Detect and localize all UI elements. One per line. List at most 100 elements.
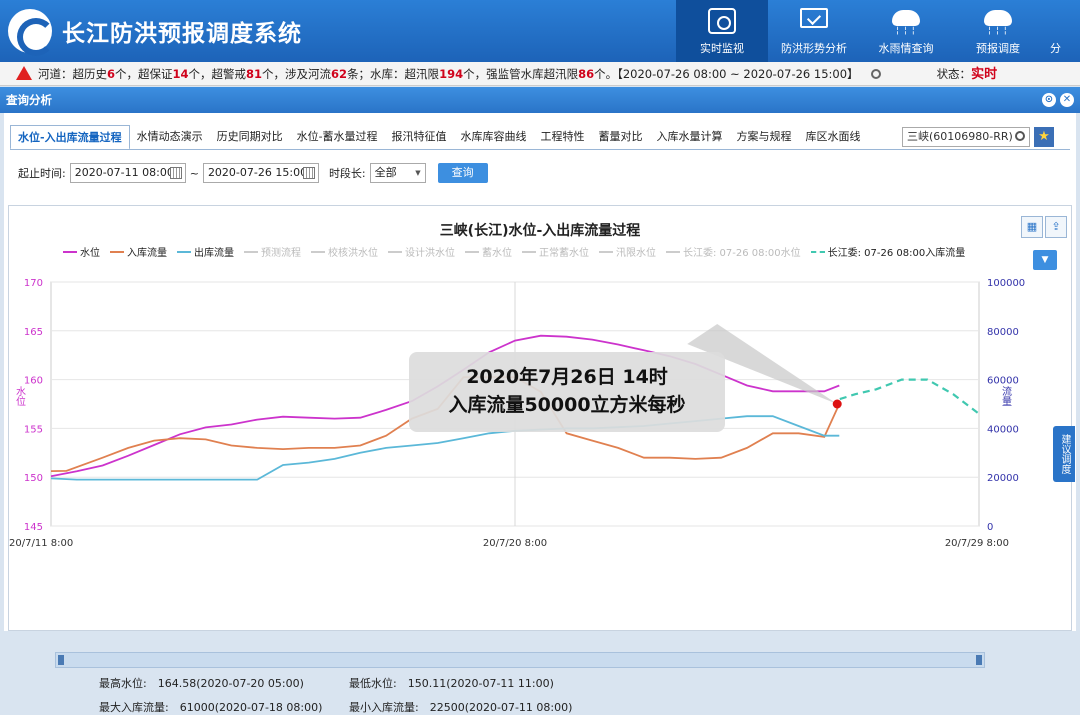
app-header: 长江防洪预报调度系统 实时监视 防洪形势分析 水雨情查询 预报调度 分 bbox=[0, 0, 1080, 62]
tab-history-compare[interactable]: 历史同期对比 bbox=[210, 125, 290, 150]
y-right-tick-label: 60000 bbox=[987, 376, 1019, 387]
tab-inflow-calc[interactable]: 入库水量计算 bbox=[650, 125, 730, 150]
legend-item[interactable]: 蓄水位 bbox=[465, 244, 512, 259]
y-right-tick-label: 100000 bbox=[987, 278, 1025, 289]
nav-label: 实时监视 bbox=[700, 42, 744, 55]
alert-count: 62 bbox=[331, 67, 348, 81]
legend-swatch bbox=[666, 250, 680, 253]
legend-label: 设计洪水位 bbox=[405, 248, 455, 259]
tab-storage-compare[interactable]: 蓄量对比 bbox=[592, 125, 650, 150]
alert-text: 个，超警戒 bbox=[188, 67, 247, 81]
chart-frame: 三峡(长江)水位-入出库流量过程 ▦ ⇪ 水位 入库流量 出库流量 预测流程 校核洪水位… bbox=[8, 205, 1075, 714]
legend-label: 水位 bbox=[80, 248, 100, 259]
legend-label: 长江委: 07-26 08:00水位 bbox=[683, 248, 801, 259]
series-line-forecast-inflow bbox=[839, 378, 980, 415]
tab-water-surface[interactable]: 库区水面线 bbox=[799, 125, 868, 150]
x-tick-label: 20/7/11 8:00 bbox=[9, 538, 73, 549]
legend-item[interactable]: 校核洪水位 bbox=[311, 244, 378, 259]
y-right-tick-label: 20000 bbox=[987, 473, 1019, 484]
alert-bar: 河道：超历史6个，超保证14个，超警戒81个，涉及河流62条；水库：超汛限194… bbox=[0, 62, 1080, 86]
panel-header: 查询分析 ⊙ ✕ bbox=[0, 87, 1080, 113]
legend-swatch bbox=[810, 250, 825, 253]
range-separator: ~ bbox=[189, 166, 199, 180]
calendar-icon[interactable] bbox=[169, 167, 182, 179]
y-left-tick-label: 155 bbox=[24, 424, 43, 435]
alert-count: 194 bbox=[439, 67, 464, 81]
period-select[interactable]: 全部 bbox=[369, 163, 426, 183]
slider-handle-left[interactable] bbox=[58, 655, 64, 665]
x-tick-label: 20/7/29 8:00 bbox=[945, 538, 1009, 549]
tab-bar: 水位-入出库流量过程 水情动态演示 历史同期对比 水位-蓄水量过程 报汛特征值 … bbox=[10, 125, 868, 150]
alert-text: 个，强监管水库超汛限 bbox=[463, 67, 579, 81]
legend-label: 出库流量 bbox=[194, 248, 234, 259]
legend-swatch bbox=[311, 250, 325, 253]
nav-label: 分 bbox=[1050, 42, 1061, 55]
slider-handle-right[interactable] bbox=[976, 655, 982, 665]
legend-item[interactable]: 入库流量 bbox=[110, 244, 167, 259]
time-range-slider[interactable] bbox=[55, 652, 985, 668]
screen-icon bbox=[800, 8, 828, 28]
search-icon[interactable] bbox=[870, 69, 881, 79]
y-right-tick-label: 40000 bbox=[987, 424, 1019, 435]
tab-dynamic-demo[interactable]: 水情动态演示 bbox=[130, 125, 210, 150]
legend-item[interactable]: 汛限水位 bbox=[599, 244, 656, 259]
y-right-tick-label: 80000 bbox=[987, 327, 1019, 338]
tab-capacity-curve[interactable]: 水库库容曲线 bbox=[454, 125, 534, 150]
legend-item[interactable]: 正常蓄水位 bbox=[522, 244, 589, 259]
end-date-input[interactable]: 2020-07-26 15:00 bbox=[202, 163, 319, 183]
legend-item[interactable]: 水位 bbox=[63, 244, 100, 259]
chart-plot: 145 150 155 160 165 170 0 20000 40000 60000 80000 1… bbox=[9, 278, 1025, 549]
tab-plans-rules[interactable]: 方案与规程 bbox=[730, 125, 799, 150]
warning-icon bbox=[16, 66, 32, 80]
tab-level-storage[interactable]: 水位-蓄水量过程 bbox=[290, 125, 385, 150]
legend-label: 汛限水位 bbox=[616, 248, 656, 259]
restore-icon[interactable]: ⊙ bbox=[1042, 93, 1056, 107]
tab-engineering[interactable]: 工程特性 bbox=[534, 125, 592, 150]
legend-item[interactable]: 长江委: 07-26 08:00入库流量 bbox=[810, 244, 965, 259]
favorite-star-icon[interactable]: ★ bbox=[1034, 127, 1054, 147]
chart-legend: 水位 入库流量 出库流量 预测流程 校核洪水位 设计洪水位 蓄水位 正常蓄水位 汛限水位 长江委:… bbox=[63, 244, 965, 259]
nav-forecast-dispatch[interactable]: 预报调度 bbox=[952, 0, 1044, 62]
range-label: 起止时间: bbox=[18, 167, 66, 180]
export-icon[interactable]: ⇪ bbox=[1045, 216, 1067, 238]
chart-title: 三峡(长江)水位-入出库流量过程 bbox=[439, 223, 641, 239]
nav-realtime-monitor[interactable]: 实时监视 bbox=[676, 0, 768, 62]
alert-text: 个。【2020-07-26 08:00 ~ 2020-07-26 15:00】 bbox=[594, 67, 859, 81]
legend-label: 校核洪水位 bbox=[328, 248, 378, 259]
cloud-icon bbox=[984, 10, 1012, 36]
alert-count: 81 bbox=[246, 67, 263, 81]
y-left-tick-label: 145 bbox=[24, 522, 43, 533]
end-date-value: 2020-07-26 15:00 bbox=[207, 166, 308, 179]
legend-swatch bbox=[599, 250, 613, 253]
tab-level-flow-process[interactable]: 水位-入出库流量过程 bbox=[10, 125, 130, 150]
app-title: 长江防洪预报调度系统 bbox=[62, 21, 302, 47]
search-icon[interactable] bbox=[1015, 131, 1025, 141]
legend-swatch bbox=[522, 250, 536, 253]
chevron-down-icon[interactable]: ▼ bbox=[1033, 250, 1057, 270]
tab-divider bbox=[10, 149, 1070, 150]
y-left-tick-label: 150 bbox=[24, 473, 43, 484]
tab-report-features[interactable]: 报汛特征值 bbox=[385, 125, 454, 150]
x-tick-label: 20/7/20 8:00 bbox=[483, 538, 547, 549]
legend-item[interactable]: 设计洪水位 bbox=[388, 244, 455, 259]
station-select[interactable]: 三峡(60106980-RR) bbox=[902, 127, 1030, 147]
y-left-tick-label: 165 bbox=[24, 327, 43, 338]
legend-swatch bbox=[110, 250, 124, 253]
monitor-icon bbox=[708, 8, 736, 34]
legend-label: 蓄水位 bbox=[482, 248, 512, 259]
close-icon[interactable]: ✕ bbox=[1060, 93, 1074, 107]
table-view-icon[interactable]: ▦ bbox=[1021, 216, 1043, 238]
nav-water-rain-query[interactable]: 水雨情查询 bbox=[860, 0, 952, 62]
calendar-icon[interactable] bbox=[302, 167, 315, 179]
query-button[interactable]: 查询 bbox=[437, 163, 488, 183]
nav-flood-analysis[interactable]: 防洪形势分析 bbox=[768, 0, 860, 62]
legend-item[interactable]: 长江委: 07-26 08:00水位 bbox=[666, 244, 801, 259]
y-left-tick-label: 160 bbox=[24, 376, 43, 387]
legend-item[interactable]: 预测流程 bbox=[244, 244, 301, 259]
start-date-input[interactable]: 2020-07-11 08:00 bbox=[69, 163, 186, 183]
legend-swatch bbox=[63, 250, 77, 253]
y-right-axis-label: 流量 bbox=[1000, 385, 1012, 406]
alert-text: 河道：超历史 bbox=[38, 67, 107, 81]
nav-more[interactable]: 分 bbox=[1044, 0, 1080, 62]
legend-item[interactable]: 出库流量 bbox=[177, 244, 234, 259]
